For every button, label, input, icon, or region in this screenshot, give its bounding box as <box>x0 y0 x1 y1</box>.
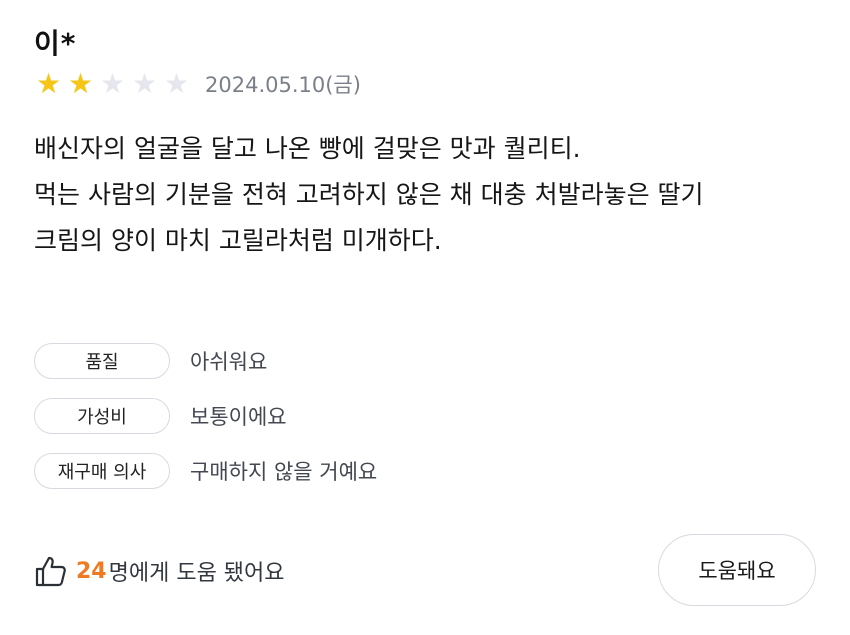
helpful-count-text: 명에게 도움 됐어요 <box>108 561 285 586</box>
star-icon: ★ <box>163 67 190 100</box>
review-card: 이* ★ ★ ★ ★ ★ 2024.05.10(금) 배신자의 얼굴을 달고 나… <box>34 0 824 635</box>
attribute-label: 재구매 의사 <box>34 453 170 489</box>
helpful-count-number: 24 <box>76 558 107 584</box>
star-icon: ★ <box>67 67 94 100</box>
review-attributes: 품질 아쉬워요 가성비 보통이에요 재구매 의사 구매하지 않을 거예요 <box>34 341 377 506</box>
attribute-value: 구매하지 않을 거예요 <box>190 460 378 484</box>
star-icon: ★ <box>99 67 126 100</box>
review-text-line: 크림의 양이 마치 고릴라처럼 미개하다. <box>34 226 442 255</box>
attribute-label: 품질 <box>34 343 170 379</box>
attribute-row-quality: 품질 아쉬워요 <box>34 341 377 381</box>
review-date: 2024.05.10(금) <box>205 73 361 97</box>
review-text-line: 먹는 사람의 기분을 전혀 고려하지 않은 채 대충 처발라놓은 딸기 <box>34 180 704 209</box>
review-text-line: 배신자의 얼굴을 달고 나온 빵에 걸맞은 맛과 퀄리티. <box>34 134 581 163</box>
review-meta: ★ ★ ★ ★ ★ 2024.05.10(금) <box>34 68 361 100</box>
attribute-value: 아쉬워요 <box>190 350 268 374</box>
reviewer-name: 이* <box>34 27 77 60</box>
attribute-row-value-for-money: 가성비 보통이에요 <box>34 396 377 436</box>
star-rating: ★ ★ ★ ★ ★ <box>34 70 191 98</box>
attribute-row-repurchase: 재구매 의사 구매하지 않을 거예요 <box>34 451 377 491</box>
star-icon: ★ <box>131 67 158 100</box>
attribute-label: 가성비 <box>34 398 170 434</box>
review-text: 배신자의 얼굴을 달고 나온 빵에 걸맞은 맛과 퀄리티. 먹는 사람의 기분을… <box>34 126 824 264</box>
helpful-button[interactable]: 도움돼요 <box>658 534 816 606</box>
thumbs-up-icon <box>35 556 66 587</box>
star-icon: ★ <box>35 67 62 100</box>
attribute-value: 보통이에요 <box>190 405 287 429</box>
helpful-count: 24 명에게 도움 됐어요 <box>34 551 285 591</box>
